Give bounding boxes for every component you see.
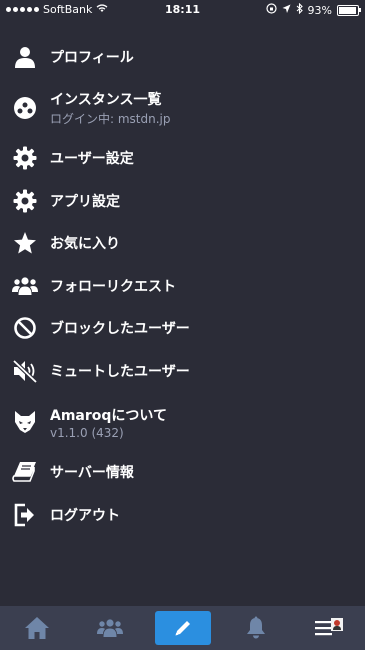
menu-label: インスタンス一覧 <box>50 92 162 108</box>
menu-text: お気に入り <box>50 233 120 253</box>
menu-label: お気に入り <box>50 236 120 252</box>
tab-menu[interactable] <box>301 611 357 645</box>
person-icon <box>11 43 39 71</box>
menu-text: ログアウト <box>50 505 120 525</box>
battery-level <box>339 6 356 14</box>
menu-text: ミュートしたユーザー <box>50 361 190 381</box>
menu-label: プロフィール <box>50 50 134 66</box>
menu-label: アプリ設定 <box>50 194 120 210</box>
menu-label: サーバー情報 <box>50 465 134 481</box>
menu-label: ブロックしたユーザー <box>50 321 190 337</box>
bluetooth-icon <box>296 2 303 17</box>
menu-item-favourites[interactable]: お気に入り <box>0 229 365 257</box>
orientation-lock-icon <box>265 3 277 17</box>
tab-notifications[interactable] <box>228 611 284 645</box>
battery-icon <box>337 4 361 16</box>
gear-icon <box>11 187 39 215</box>
logout-icon <box>11 501 39 529</box>
tab-local-timeline[interactable] <box>82 611 138 645</box>
battery-percent: 93% <box>307 3 332 17</box>
menu-item-follow-requests[interactable]: フォローリクエスト <box>0 272 365 300</box>
menu-text: Amaroqについて v1.1.0 (432) <box>50 405 167 440</box>
menu-label: ミュートしたユーザー <box>50 364 190 380</box>
instance-icon <box>11 94 39 122</box>
screen: SoftBank 18:11 93% プロフィール インスタンス一覧 ログイン中… <box>0 0 365 650</box>
book-icon <box>11 458 39 486</box>
menu-sublabel: ログイン中: mstdn.jp <box>50 112 171 126</box>
gear-icon <box>11 144 39 172</box>
menu-label: Amaroqについて <box>50 407 167 424</box>
group-icon <box>96 617 123 639</box>
tab-bar <box>0 606 365 650</box>
menu-text: ユーザー設定 <box>50 148 134 168</box>
menu-item-muted-users[interactable]: ミュートしたユーザー <box>0 357 365 385</box>
home-icon <box>24 616 50 640</box>
status-bar: SoftBank 18:11 93% <box>0 0 365 20</box>
menu-text: インスタンス一覧 ログイン中: mstdn.jp <box>50 89 171 127</box>
menu-item-server-info[interactable]: サーバー情報 <box>0 458 365 486</box>
menu-item-profile[interactable]: プロフィール <box>0 43 365 71</box>
menu-item-app-settings[interactable]: アプリ設定 <box>0 187 365 215</box>
menu-item-instances[interactable]: インスタンス一覧 ログイン中: mstdn.jp <box>0 90 365 126</box>
menu-text: プロフィール <box>50 47 134 67</box>
menu-item-blocked-users[interactable]: ブロックしたユーザー <box>0 314 365 342</box>
compose-icon <box>173 618 193 638</box>
bell-icon <box>245 616 267 640</box>
menu-sublabel: v1.1.0 (432) <box>50 425 124 440</box>
wolf-icon <box>11 408 39 436</box>
star-icon <box>11 229 39 257</box>
tab-home[interactable] <box>9 611 65 645</box>
menu-avatar-icon <box>314 616 344 640</box>
menu-text: ブロックしたユーザー <box>50 318 190 338</box>
status-right: 93% <box>265 2 361 17</box>
menu-item-logout[interactable]: ログアウト <box>0 501 365 529</box>
location-icon <box>282 4 291 17</box>
tab-compose[interactable] <box>154 611 211 645</box>
group-icon <box>11 272 39 300</box>
menu-label: ユーザー設定 <box>50 151 134 167</box>
menu-item-about[interactable]: Amaroqについて v1.1.0 (432) <box>0 404 365 440</box>
block-icon <box>11 314 39 342</box>
menu-label: フォローリクエスト <box>50 279 176 295</box>
muted-speaker-icon <box>11 357 39 385</box>
menu-label: ログアウト <box>50 508 120 524</box>
menu-text: フォローリクエスト <box>50 276 176 296</box>
menu-text: アプリ設定 <box>50 191 120 211</box>
menu-text: サーバー情報 <box>50 462 134 482</box>
menu-item-user-settings[interactable]: ユーザー設定 <box>0 144 365 172</box>
